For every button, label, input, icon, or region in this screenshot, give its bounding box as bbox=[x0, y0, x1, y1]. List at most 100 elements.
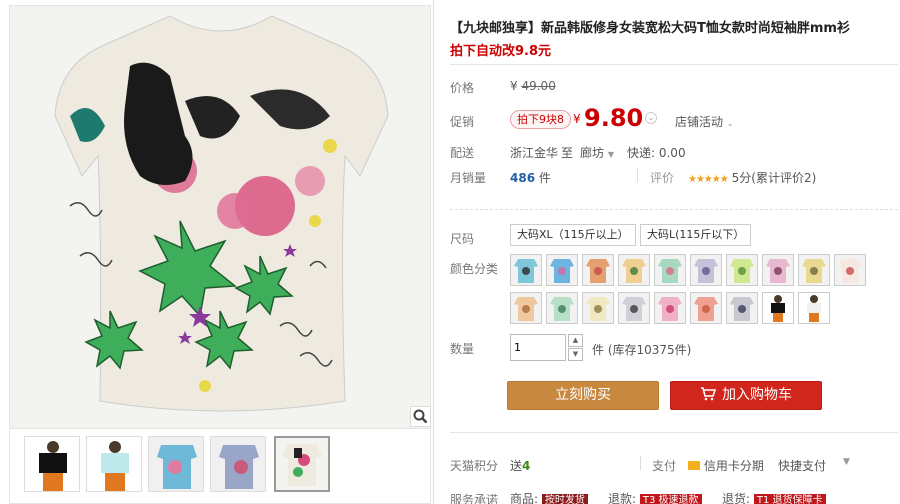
thumbnail-1[interactable] bbox=[24, 436, 80, 492]
tmall-points-label: 天猫积分 bbox=[450, 459, 499, 473]
color-swatch[interactable] bbox=[582, 254, 614, 286]
buy-now-button[interactable]: 立刻购买 bbox=[507, 381, 659, 410]
color-swatch[interactable] bbox=[510, 254, 542, 286]
service-divider bbox=[450, 432, 898, 433]
refund-label: 退款: bbox=[608, 492, 637, 504]
promo-label: 促销 bbox=[450, 115, 475, 129]
refund-tag: T3 极速退款 bbox=[639, 494, 702, 504]
add-to-cart-button[interactable]: 加入购物车 bbox=[670, 381, 822, 410]
color-swatch[interactable] bbox=[618, 254, 650, 286]
store-activity-label: 店铺活动 bbox=[675, 115, 724, 129]
credit-installment[interactable]: 信用卡分期 bbox=[688, 457, 764, 474]
shipping-to-word: 至 bbox=[561, 146, 574, 160]
zoom-button[interactable] bbox=[410, 406, 431, 427]
rating-stars: ★★★★★ bbox=[688, 174, 729, 185]
sales-divider bbox=[637, 168, 638, 182]
color-swatch[interactable] bbox=[762, 292, 794, 324]
monthly-sales-unit: 件 bbox=[538, 171, 551, 185]
currency-symbol: ¥ bbox=[510, 79, 518, 93]
color-swatch[interactable] bbox=[726, 254, 758, 286]
pay-divider bbox=[640, 456, 641, 470]
color-swatch[interactable] bbox=[762, 254, 794, 286]
points-value: 4 bbox=[522, 459, 531, 473]
shipping-label: 配送 bbox=[450, 146, 475, 160]
color-swatch[interactable] bbox=[546, 254, 578, 286]
pay-label: 支付 bbox=[652, 459, 677, 473]
goods-label: 商品: bbox=[510, 492, 539, 504]
shipping-fee: 快递: 0.00 bbox=[627, 146, 686, 160]
service-goods: 商品: 按时发货 bbox=[510, 490, 588, 504]
thumbnail-image bbox=[149, 437, 203, 491]
price-label: 价格 bbox=[450, 81, 475, 95]
thumbnail-2[interactable] bbox=[86, 436, 142, 492]
quantity-input[interactable] bbox=[510, 334, 566, 361]
points-prefix: 送 bbox=[510, 459, 523, 473]
credit-installment-label: 信用卡分期 bbox=[703, 459, 764, 473]
color-swatch[interactable] bbox=[618, 292, 650, 324]
tshirt-illustration bbox=[10, 6, 430, 428]
review-summary[interactable]: ★★★★★ 5分(累计评价2) bbox=[688, 169, 816, 186]
stock-info: 件 (库存10375件) bbox=[592, 343, 692, 357]
color-swatch[interactable] bbox=[582, 292, 614, 324]
chevron-down-icon[interactable]: ⌄ bbox=[645, 112, 657, 124]
thumbnail-5[interactable] bbox=[274, 436, 330, 492]
options-divider bbox=[450, 209, 898, 210]
service-return: 退货: T1 退货保障卡 bbox=[722, 490, 826, 504]
title-divider bbox=[450, 64, 898, 65]
promo-price: 9.80 bbox=[584, 104, 644, 132]
goods-tag: 按时发货 bbox=[541, 494, 588, 504]
shipping-from: 浙江金华 bbox=[510, 146, 559, 160]
color-swatch[interactable] bbox=[726, 292, 758, 324]
color-swatch[interactable] bbox=[798, 292, 830, 324]
color-swatch[interactable] bbox=[690, 254, 722, 286]
color-swatch[interactable] bbox=[510, 292, 542, 324]
chevron-down-icon: ⌄ bbox=[726, 119, 734, 128]
thumbnail-image bbox=[211, 437, 265, 491]
review-text: 5分(累计评价2) bbox=[731, 171, 817, 185]
color-swatch[interactable] bbox=[654, 254, 686, 286]
color-label: 颜色分类 bbox=[450, 262, 499, 276]
add-to-cart-label: 加入购物车 bbox=[722, 387, 792, 403]
tmall-points: 送4 bbox=[510, 457, 530, 474]
product-title: 【九块邮独享】新品韩版修身女装宽松大码T恤女款时尚短袖胖mm衫 bbox=[450, 21, 850, 36]
cart-icon bbox=[701, 387, 717, 401]
product-subtitle: 拍下自动改9.8元 bbox=[450, 44, 552, 59]
caret-down-icon: ▼ bbox=[607, 150, 614, 159]
quantity-increase-button[interactable]: ▲ bbox=[568, 334, 583, 347]
main-product-image[interactable] bbox=[9, 5, 431, 429]
return-tag: T1 退货保障卡 bbox=[753, 494, 826, 504]
thumbnail-4[interactable] bbox=[210, 436, 266, 492]
product-page: 【九块邮独享】新品韩版修身女装宽松大码T恤女款时尚短袖胖mm衫 拍下自动改9.8… bbox=[0, 0, 900, 504]
return-label: 退货: bbox=[722, 492, 751, 504]
size-option-l[interactable]: 大码L(115斤以下） bbox=[640, 224, 752, 246]
monthly-sales: 486 件 bbox=[510, 169, 551, 186]
store-activity-dropdown[interactable]: 店铺活动 ⌄ bbox=[675, 113, 734, 130]
size-option-xl[interactable]: 大码XL（115斤以上） bbox=[510, 224, 636, 246]
thumbnail-3[interactable] bbox=[148, 436, 204, 492]
original-price-value: 49.00 bbox=[521, 79, 556, 93]
thumbnail-image bbox=[25, 437, 79, 491]
promo-tag: 拍下9块8 bbox=[510, 110, 571, 129]
color-swatch[interactable] bbox=[546, 292, 578, 324]
service-label: 服务承诺 bbox=[450, 493, 499, 504]
magnifier-icon bbox=[413, 409, 428, 424]
monthly-sales-count: 486 bbox=[510, 171, 536, 185]
color-swatch[interactable] bbox=[834, 254, 866, 286]
shipping-destination: 廊坊 bbox=[580, 146, 605, 160]
quantity-label: 数量 bbox=[450, 342, 475, 356]
service-refund: 退款: T3 极速退款 bbox=[608, 490, 702, 504]
panel-divider bbox=[433, 0, 434, 504]
color-swatch[interactable] bbox=[654, 292, 686, 324]
color-swatch[interactable] bbox=[798, 254, 830, 286]
size-label: 尺码 bbox=[450, 232, 475, 246]
color-swatch[interactable] bbox=[690, 292, 722, 324]
caret-down-icon[interactable]: ▼ bbox=[843, 457, 850, 467]
shipping-destination-dropdown[interactable]: 廊坊 ▼ bbox=[580, 144, 614, 161]
review-label: 评价 bbox=[650, 171, 675, 185]
thumbnail-image bbox=[87, 437, 141, 491]
thumbnail-image bbox=[276, 438, 328, 490]
quick-pay: 快捷支付 bbox=[778, 459, 827, 473]
original-price: ¥ 49.00 bbox=[510, 79, 556, 93]
monthly-sales-label: 月销量 bbox=[450, 171, 487, 185]
quantity-decrease-button[interactable]: ▼ bbox=[568, 348, 583, 361]
